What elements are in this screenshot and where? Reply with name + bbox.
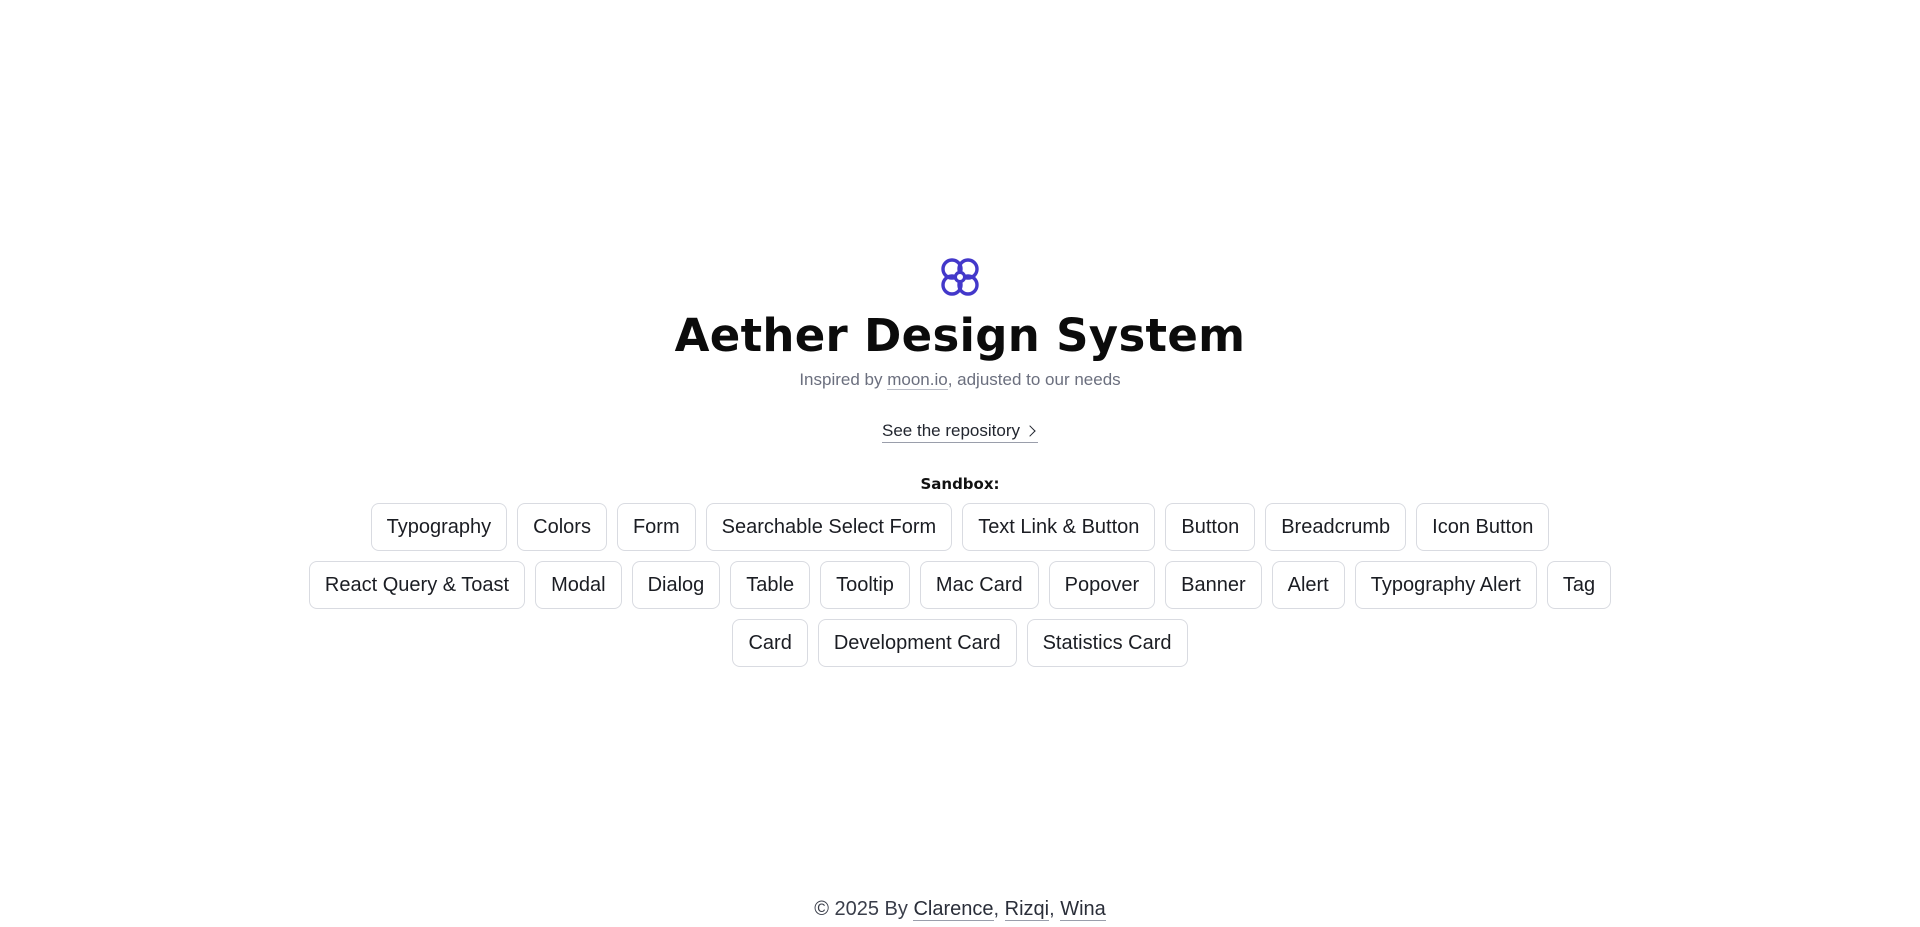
sandbox-link-text-link-button[interactable]: Text Link & Button [962,503,1156,551]
sandbox-link-popover[interactable]: Popover [1048,561,1156,609]
footer-copyright: © 2025 By [814,898,914,920]
subtitle-suffix: , adjusted to our needs [947,370,1121,389]
sandbox-link-statistics-card[interactable]: Statistics Card [1026,619,1188,667]
sandbox-link-form[interactable]: Form [616,503,696,551]
sandbox-link-tag[interactable]: Tag [1546,561,1612,609]
sandbox-label: Sandbox: [920,475,1000,493]
page-subtitle: Inspired by moon.io, adjusted to our nee… [799,369,1121,391]
sandbox-link-typography-alert[interactable]: Typography Alert [1354,561,1537,609]
hero-section: Aether Design System Inspired by moon.io… [0,255,1920,667]
footer: © 2025 By Clarence, Rizqi, Wina [0,898,1920,921]
sandbox-link-icon-button[interactable]: Icon Button [1416,503,1550,551]
moon-io-link[interactable]: moon.io [887,370,948,390]
sandbox-link-card[interactable]: Card [732,619,808,667]
footer-separator: , [1049,898,1061,920]
see-repository-link[interactable]: See the repository [882,421,1038,443]
sandbox-link-alert[interactable]: Alert [1271,561,1345,609]
subtitle-prefix: Inspired by [799,370,888,389]
sandbox-link-colors[interactable]: Colors [517,503,607,551]
sandbox-row: Card Development Card Statistics Card [732,619,1188,667]
sandbox-link-mac-card[interactable]: Mac Card [919,561,1039,609]
sandbox-link-table[interactable]: Table [730,561,811,609]
footer-separator: , [993,898,1005,920]
sandbox-link-breadcrumb[interactable]: Breadcrumb [1265,503,1407,551]
flower-knot-icon [941,258,979,296]
page-title: Aether Design System [674,309,1246,362]
repo-link-label: See the repository [882,421,1020,440]
sandbox-link-react-query-toast[interactable]: React Query & Toast [308,561,526,609]
sandbox-row: Typography Colors Form Searchable Select… [370,503,1550,551]
chevron-right-icon [1024,425,1036,437]
sandbox-link-typography[interactable]: Typography [370,503,508,551]
author-link-rizqi[interactable]: Rizqi [1004,898,1050,921]
sandbox-link-banner[interactable]: Banner [1165,561,1262,609]
sandbox-link-modal[interactable]: Modal [535,561,622,609]
sandbox-link-development-card[interactable]: Development Card [817,619,1017,667]
sandbox-row: React Query & Toast Modal Dialog Table T… [308,561,1612,609]
author-link-clarence[interactable]: Clarence [913,898,994,921]
author-link-wina[interactable]: Wina [1060,898,1106,921]
sandbox-link-tooltip[interactable]: Tooltip [820,561,910,609]
sandbox-link-searchable-select-form[interactable]: Searchable Select Form [705,503,953,551]
sandbox-link-dialog[interactable]: Dialog [631,561,721,609]
sandbox-links: Typography Colors Form Searchable Select… [308,503,1612,667]
page: Aether Design System Inspired by moon.io… [0,0,1920,927]
sandbox-link-button[interactable]: Button [1165,503,1256,551]
